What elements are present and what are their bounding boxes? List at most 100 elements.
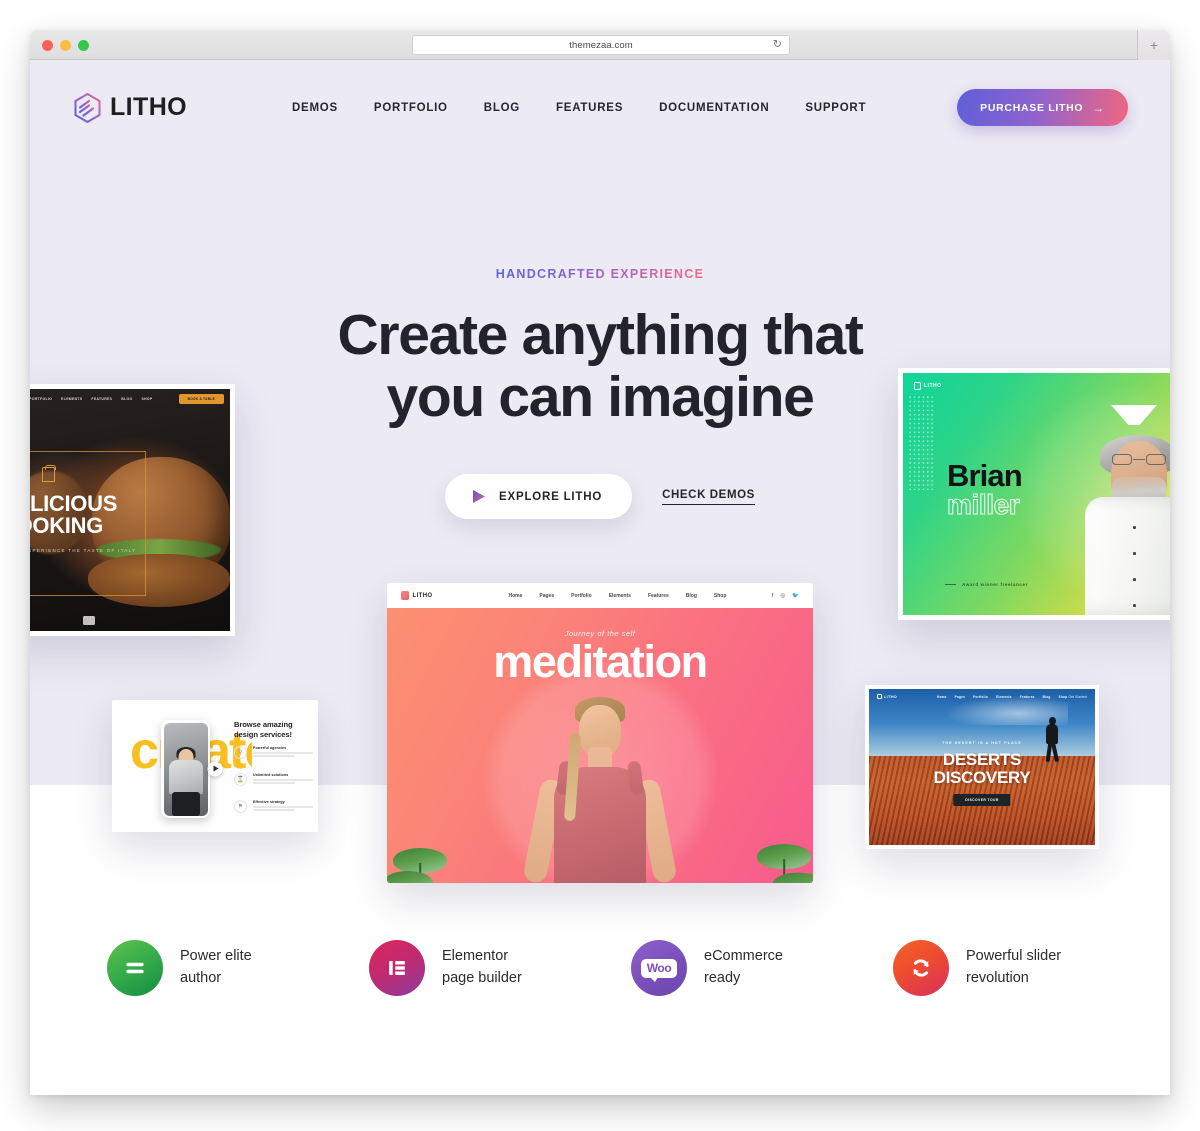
feature-item-power-elite-author: Power elite author bbox=[107, 940, 307, 996]
facebook-icon[interactable]: f bbox=[772, 593, 774, 599]
phone-mockup bbox=[161, 720, 210, 818]
bulb-icon: ⚑ bbox=[234, 800, 247, 813]
purchase-litho-button[interactable]: PURCHASE LITHO → bbox=[957, 89, 1128, 126]
showcase-card-meditation[interactable]: LITHO Home Pages Portfolio Elements Feat… bbox=[387, 583, 813, 883]
feature-item-elementor-page-builder: Elementor page builder bbox=[369, 940, 569, 996]
envato-icon bbox=[107, 940, 163, 996]
site-header: LITHO DEMOS PORTFOLIO BLOG FEATURES DOCU… bbox=[30, 60, 1170, 155]
phone-person-legs-decor bbox=[171, 791, 200, 816]
shirt-button-decor bbox=[1133, 604, 1136, 607]
app-feature-title: Powerful agencies bbox=[253, 746, 287, 750]
meditation-nav-item[interactable]: Elements bbox=[609, 593, 631, 599]
meditation-nav-item[interactable]: Blog bbox=[686, 593, 697, 599]
hero-actions: EXPLORE LITHO CHECK DEMOS bbox=[30, 474, 1170, 520]
shirt-button-decor bbox=[1133, 578, 1136, 581]
instagram-icon[interactable]: ◎ bbox=[780, 593, 785, 599]
envato-bars-icon bbox=[126, 962, 144, 974]
arrow-right-icon: → bbox=[1092, 100, 1105, 115]
meditation-card-topbar: LITHO Home Pages Portfolio Elements Feat… bbox=[387, 583, 813, 608]
elementor-icon bbox=[369, 940, 425, 996]
litho-hexagon-logo-icon bbox=[877, 693, 882, 700]
page-title: Create anything that you can imagine bbox=[30, 303, 1170, 428]
lotus-leaf-icon bbox=[757, 844, 811, 883]
phone-person-photo bbox=[167, 746, 205, 816]
meditation-nav-item[interactable]: Features bbox=[648, 593, 669, 599]
minimize-window-button[interactable] bbox=[60, 40, 71, 51]
browser-chrome: themezaa.com ↻ + bbox=[30, 30, 1170, 60]
meditation-nav-item[interactable]: Portfolio bbox=[571, 593, 592, 599]
meditation-title: meditation bbox=[493, 636, 708, 687]
desert-kicker: THE DESERT IS A HOT PLACE bbox=[942, 741, 1022, 745]
app-feature-item: ⌛ Unlimited solutions bbox=[234, 773, 313, 786]
desert-discover-button[interactable]: DISCOVER TOUR bbox=[953, 794, 1011, 806]
lotus-leaf-icon bbox=[393, 848, 447, 883]
meditation-card-logo: LITHO bbox=[401, 591, 433, 600]
elementor-e-icon bbox=[389, 961, 405, 975]
nav-item-blog[interactable]: BLOG bbox=[484, 102, 520, 114]
url-text: themezaa.com bbox=[569, 39, 633, 51]
maximize-window-button[interactable] bbox=[78, 40, 89, 51]
search-icon: ⚲ bbox=[234, 746, 247, 759]
window-traffic-lights bbox=[42, 40, 89, 51]
desert-nav-item[interactable]: Shop bbox=[1059, 695, 1068, 699]
lotus-leaf-icon bbox=[387, 871, 433, 883]
desert-nav-item[interactable]: Pages bbox=[955, 695, 965, 699]
nav-item-support[interactable]: SUPPORT bbox=[805, 102, 866, 114]
desert-nav-item[interactable]: Blog bbox=[1043, 695, 1051, 699]
litho-hexagon-logo-icon bbox=[401, 591, 409, 600]
desert-nav-cta[interactable]: Get Started bbox=[1068, 695, 1087, 699]
close-window-button[interactable] bbox=[42, 40, 53, 51]
nav-item-features[interactable]: FEATURES bbox=[556, 102, 623, 114]
explore-litho-button[interactable]: EXPLORE LITHO bbox=[445, 474, 633, 520]
feature-label-line-2: revolution bbox=[966, 970, 1029, 986]
new-tab-button[interactable]: + bbox=[1137, 30, 1170, 60]
brian-tagline: Award winner freelancer bbox=[945, 582, 1028, 587]
app-card-heading: Browse amazing design services! bbox=[234, 720, 293, 741]
meditation-nav-item[interactable]: Home bbox=[509, 593, 523, 599]
desert-nav-item[interactable]: Portfolio bbox=[973, 695, 988, 699]
hero-title-line-1: Create anything that bbox=[337, 303, 863, 367]
meditation-nav-item[interactable]: Pages bbox=[539, 593, 554, 599]
main-navigation: DEMOS PORTFOLIO BLOG FEATURES DOCUMENTAT… bbox=[292, 102, 866, 114]
desert-nav-item[interactable]: Elements bbox=[996, 695, 1012, 699]
app-feature-line bbox=[253, 755, 295, 757]
meditation-logo-text: LITHO bbox=[412, 592, 433, 599]
shirt-button-decor bbox=[1133, 526, 1136, 529]
app-heading-line-1: Browse amazing bbox=[234, 720, 293, 729]
check-demos-link[interactable]: CHECK DEMOS bbox=[662, 489, 755, 505]
nav-item-demos[interactable]: DEMOS bbox=[292, 102, 338, 114]
desert-title-line-1: DESERTS bbox=[942, 750, 1022, 769]
shirt-button-decor bbox=[1133, 552, 1136, 555]
address-bar[interactable]: themezaa.com ↻ bbox=[412, 35, 790, 55]
twitter-icon[interactable]: 🐦 bbox=[792, 593, 799, 599]
browser-window: themezaa.com ↻ + LITHO DEMOS PORTFOLIO B… bbox=[30, 30, 1170, 1095]
showcase-card-design-services[interactable]: create Browse amazing design services! ⚲ bbox=[112, 700, 318, 832]
feature-label-line-1: eCommerce bbox=[704, 948, 783, 965]
page-viewport: LITHO DEMOS PORTFOLIO BLOG FEATURES DOCU… bbox=[30, 60, 1170, 1095]
site-logo[interactable]: LITHO bbox=[74, 92, 187, 123]
feature-strip: Power elite author Elementor page builde… bbox=[30, 940, 1170, 996]
feature-label-line-1: Power elite bbox=[180, 948, 252, 965]
purchase-litho-label: PURCHASE LITHO bbox=[980, 101, 1084, 114]
refresh-cycle-icon bbox=[913, 959, 929, 977]
app-feature-line bbox=[253, 809, 295, 811]
play-icon[interactable] bbox=[207, 761, 223, 777]
desert-nav-item[interactable]: Features bbox=[1020, 695, 1035, 699]
slider-revolution-icon bbox=[893, 940, 949, 996]
meditation-nav-item[interactable]: Shop bbox=[714, 593, 727, 599]
meditation-card-nav: Home Pages Portfolio Elements Features B… bbox=[509, 593, 727, 599]
hero-eyebrow: HANDCRAFTED EXPERIENCE bbox=[495, 267, 705, 281]
app-feature-item: ⚲ Powerful agencies bbox=[234, 746, 313, 759]
feature-label-line-2: page builder bbox=[442, 970, 522, 986]
feature-label: eCommerce ready bbox=[704, 946, 783, 990]
desert-nav-item[interactable]: Home bbox=[937, 695, 947, 699]
desert-card-logo: LITHO bbox=[877, 693, 897, 700]
desert-walker-photo bbox=[1043, 717, 1061, 763]
restaurant-badge-decor bbox=[83, 616, 95, 625]
nav-item-portfolio[interactable]: PORTFOLIO bbox=[374, 102, 448, 114]
nav-item-documentation[interactable]: DOCUMENTATION bbox=[659, 102, 769, 114]
reload-icon[interactable]: ↻ bbox=[773, 39, 782, 51]
showcase-card-deserts[interactable]: LITHO Home Pages Portfolio Elements Feat… bbox=[865, 685, 1099, 849]
feature-label-line-2: author bbox=[180, 970, 222, 986]
feature-label-line-1: Powerful slider bbox=[966, 948, 1062, 965]
